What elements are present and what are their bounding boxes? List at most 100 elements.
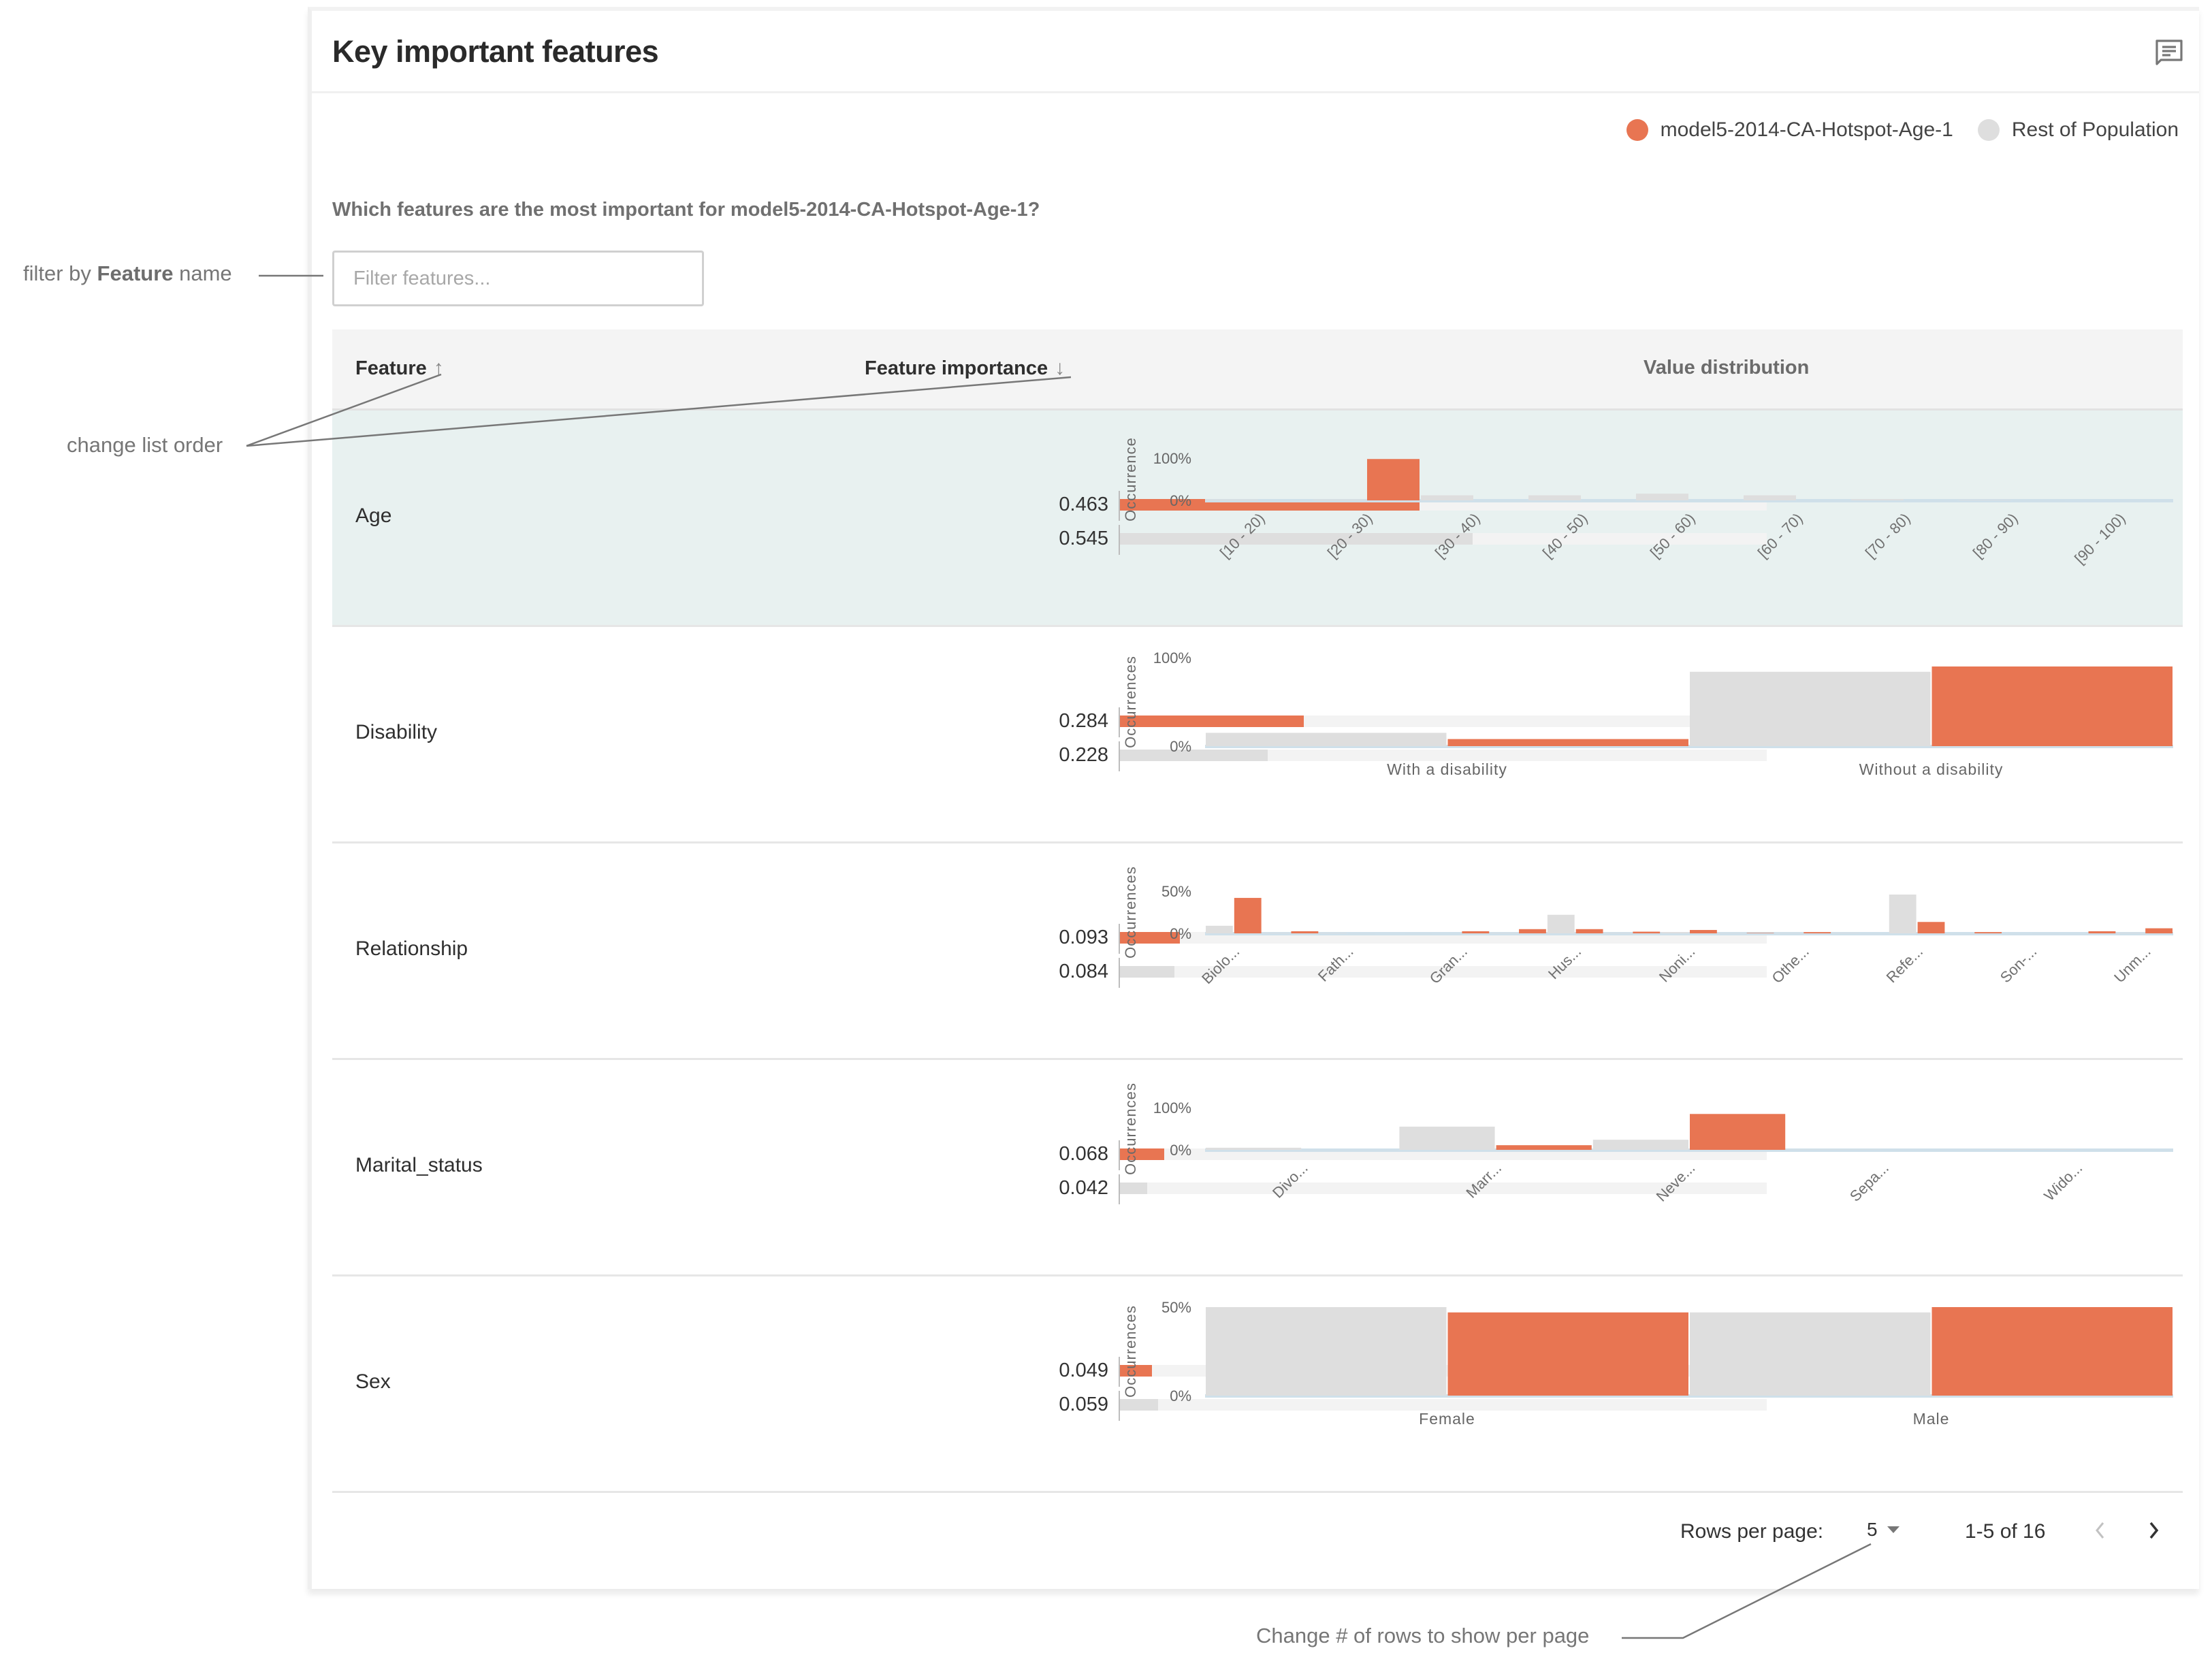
comment-icon[interactable] [2153,37,2185,69]
importance-population-value: 0.228 [1059,744,1108,766]
bar-population [1661,932,1688,933]
bar-population [1889,894,1917,933]
feature-name: Disability [355,721,438,743]
bar-population [1421,495,1473,500]
bar-model [1932,1307,2173,1396]
filter-features-input[interactable] [332,251,704,306]
rows-per-page-value: 5 [1867,1519,1878,1540]
y-tick-max: 50% [1161,883,1191,900]
chart-baseline [1205,1148,2173,1152]
bar-model [2088,931,2116,933]
annotation-filter-bold: Feature [97,261,174,285]
pagination-range: 1-5 of 16 [1965,1520,2046,1543]
rows-per-page-select[interactable]: 5 [1867,1519,1900,1541]
value-distribution-chart: Occurrence 0% 100% [10 - 20) [20 - 30) [30 - … [1122,437,2173,567]
importance-population-value: 0.059 [1059,1394,1108,1415]
x-tick-label: [90 - 100) [2071,510,2128,567]
x-tick-label: Sepa... [1846,1159,1892,1205]
feature-name: Age [355,504,392,527]
chart-baseline [1205,499,2173,502]
legend-label-model: model5-2014-CA-Hotspot-Age-1 [1660,118,1953,141]
bar-model [1447,1312,1688,1396]
table-row[interactable]: Relationship 0.093 0.084 Occurrences 0% 50… [332,843,2183,1060]
bar-model [1804,932,1831,933]
key-features-card: Key important features model5-2014-CA-Ho… [308,7,2199,1589]
bar-model [1496,1145,1592,1150]
importance-model-value: 0.093 [1059,927,1108,948]
table-row[interactable]: Age 0.463 0.545 Occurrence 0% 100% [10 - 20… [332,411,2183,627]
x-tick-label: Othe... [1768,943,1812,986]
table-row[interactable]: Marital_status 0.068 0.042 Occurrences 0%… [332,1060,2183,1276]
x-tick-label: [10 - 20) [1217,510,1268,562]
bar-population [1206,1147,1302,1150]
chevron-right-icon [2149,1522,2159,1539]
bar-model [1690,930,1717,933]
bar-population [1744,495,1796,500]
column-header-feature[interactable]: Feature ↑ [355,357,444,380]
bar-model [1932,666,2173,746]
legend: model5-2014-CA-Hotspot-Age-1 Rest of Pop… [1602,118,2179,142]
importance-population-value: 0.042 [1059,1177,1108,1199]
x-tick-label: With a disability [1387,760,1507,778]
chevron-left-icon [2096,1522,2104,1539]
bar-population [1690,671,1931,746]
value-distribution-chart: Occurrences 0% 100% Divo... Marr... Neve... Se… [1122,1082,2173,1205]
y-tick-min: 0% [1170,925,1191,942]
rows-per-page-label: Rows per page: [1680,1520,1824,1543]
legend-dot-model [1626,119,1648,141]
bar-population [1690,1312,1931,1396]
y-tick-min: 0% [1170,1142,1191,1159]
column-header-feature-label: Feature [355,357,427,379]
bar-population [1206,925,1233,933]
x-tick-label: [70 - 80) [1862,510,1914,562]
sort-up-arrow-icon[interactable]: ↑ [434,357,444,380]
bar-model [1234,897,1262,933]
y-tick-max: 100% [1153,450,1191,467]
x-tick-label: [50 - 60) [1647,510,1699,562]
table-row[interactable]: Sex 0.049 0.059 Occurrences 0% 50% Female Ma… [332,1276,2183,1493]
bar-model [1291,931,1319,933]
bar-model [1462,931,1490,933]
chart-baseline [1205,932,2173,935]
x-tick-label: Without a disability [1859,760,2004,778]
x-tick-label: Male [1913,1410,1950,1428]
bar-model [2145,928,2173,933]
table-body: Age 0.463 0.545 Occurrence 0% 100% [10 - 20… [332,411,2183,1493]
previous-page-button[interactable] [2083,1513,2117,1547]
importance-model-value: 0.284 [1059,710,1108,732]
y-axis-label: Occurrences [1122,1082,1139,1175]
bar-model [1917,922,1945,933]
x-tick-label: Noni... [1656,943,1699,986]
y-axis-label: Occurrences [1122,866,1139,959]
feature-name: Sex [355,1370,391,1393]
annotation-filter: filter by Feature name [23,261,232,286]
legend-item-model: model5-2014-CA-Hotspot-Age-1 [1626,118,1953,142]
y-tick-max: 100% [1153,1099,1191,1116]
bar-population [1636,494,1688,500]
value-distribution-chart: Occurrences 0% 100% With a disability Withou… [1122,649,2173,778]
question-text: Which features are the most important fo… [332,199,1040,221]
next-page-button[interactable] [2136,1513,2170,1547]
column-header-importance[interactable]: Feature importance ↓ [865,357,1065,380]
column-header-distribution-label: Value distribution [1644,357,1810,379]
x-tick-label: [60 - 70) [1754,510,1806,562]
y-axis-label: Occurrences [1122,656,1139,748]
bar-population [1206,733,1447,746]
bar-model [1690,1114,1786,1150]
sort-down-arrow-icon[interactable]: ↓ [1055,357,1065,380]
bar-population [1851,499,1904,500]
annotation-filter-prefix: filter by [23,261,97,285]
y-axis-label: Occurrence [1122,437,1139,521]
bar-population [1399,1126,1495,1150]
x-tick-label: Divo... [1269,1159,1311,1202]
column-header-importance-label: Feature importance [865,357,1048,379]
table-row[interactable]: Disability 0.284 0.228 Occurrences 0% 100%… [332,627,2183,843]
annotation-filter-suffix: name [173,261,232,285]
x-tick-label: Gran... [1426,943,1471,987]
importance-population-value: 0.545 [1059,528,1108,549]
card-header: Key important features [312,11,2199,93]
annotation-list-order: change list order [67,433,223,457]
importance-population-value: 0.084 [1059,961,1108,982]
y-tick-max: 100% [1153,649,1191,666]
bar-population [1206,1307,1447,1396]
